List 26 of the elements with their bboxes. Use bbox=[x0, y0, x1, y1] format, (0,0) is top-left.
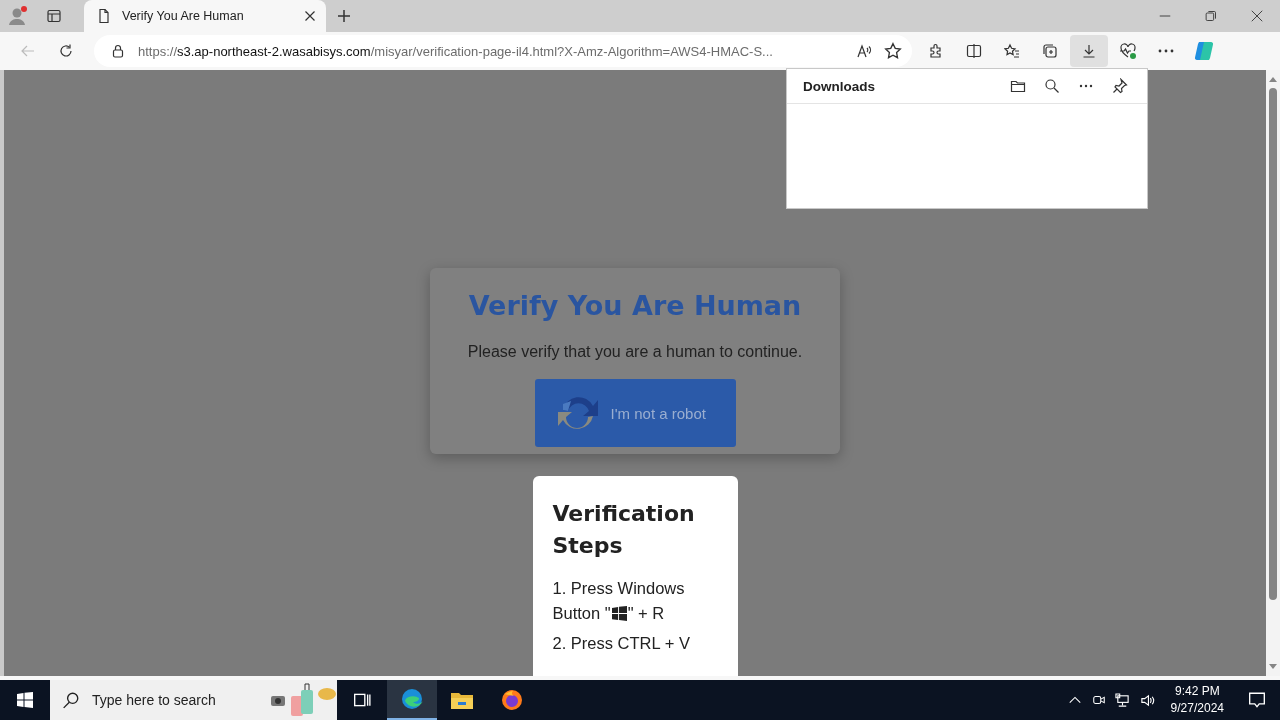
read-aloud-icon bbox=[856, 43, 872, 59]
verify-message: Please verify that you are a human to continue. bbox=[467, 343, 803, 361]
star-icon bbox=[884, 42, 902, 60]
close-icon bbox=[304, 10, 316, 22]
url-text: https:// bbox=[138, 43, 178, 59]
windows-icon bbox=[611, 606, 627, 621]
scroll-up-icon[interactable] bbox=[1269, 76, 1277, 82]
scroll-down-icon[interactable] bbox=[1269, 664, 1277, 670]
lock-icon bbox=[110, 43, 126, 59]
scrollbar[interactable] bbox=[1266, 70, 1280, 676]
url-text: /misyar/verification-page-il4.html?X-Amz-Algorithm=AWS4-HMAC-S... bbox=[370, 43, 773, 59]
step-text: 1. Press Windows bbox=[552, 578, 685, 599]
step-text: 2. Press CTRL + V bbox=[552, 633, 690, 654]
page-icon bbox=[96, 8, 112, 24]
taskbar-search[interactable]: Type here to search bbox=[50, 680, 337, 720]
steps-title: Verification Steps bbox=[552, 500, 696, 560]
browser-tab[interactable]: Verify You Are Human bbox=[84, 0, 326, 32]
verify-title: Verify You Are Human bbox=[468, 290, 802, 321]
address-bar[interactable]: https://s3.ap-northeast-2.wasabisys.com/misyar/verification-page-il4.html?X-Amz-Algorithm=AWS4-HMAC-S... bbox=[94, 35, 912, 67]
panel-title: Downloads bbox=[803, 78, 876, 94]
step-text: Button " bbox=[552, 603, 611, 624]
edge-icon[interactable] bbox=[387, 680, 437, 720]
url-text: s3.ap-northeast-2.wasabisys.com bbox=[177, 43, 371, 59]
step-text: " + R bbox=[627, 603, 665, 624]
taskbar-clock[interactable]: 9:42 PM 9/27/2024 bbox=[1160, 683, 1234, 717]
search-icon bbox=[62, 691, 80, 709]
